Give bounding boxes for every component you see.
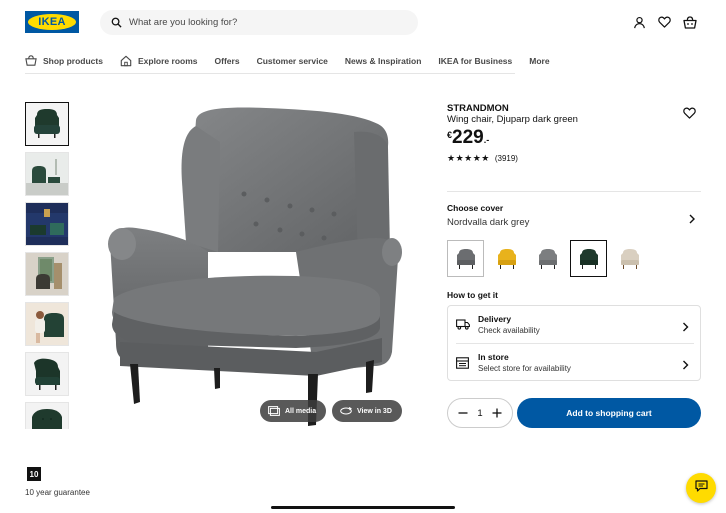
guarantee-text[interactable]: 10 year guarantee — [25, 488, 90, 497]
how-to-get-it-title: How to get it — [447, 290, 498, 300]
search-input[interactable] — [129, 17, 409, 28]
product-main-image[interactable] — [96, 102, 416, 429]
price-suffix: .- — [483, 135, 490, 145]
section-divider — [447, 191, 701, 192]
home-icon — [120, 55, 132, 67]
chat-button[interactable] — [686, 473, 716, 503]
rotate-3d-icon — [340, 406, 352, 416]
view-in-3d-button[interactable]: View in 3D — [332, 400, 402, 422]
nav-label: Shop products — [43, 55, 103, 66]
cover-swatches — [447, 240, 652, 277]
delivery-text: Delivery Check availability — [478, 314, 540, 335]
product-name: STRANDMON — [447, 103, 509, 114]
thumbnail-strip — [25, 102, 69, 429]
logo-oval: IKEA — [28, 14, 76, 30]
in-store-title: In store — [478, 352, 509, 362]
quantity-value[interactable]: 1 — [477, 408, 482, 419]
quantity-stepper: 1 — [447, 398, 513, 428]
thumbnail-chair-green[interactable] — [25, 102, 69, 146]
thumbnail-chair-detail[interactable] — [25, 402, 69, 429]
thumbnail-window-room[interactable] — [25, 252, 69, 296]
swatch-yellow[interactable] — [488, 240, 525, 277]
swatch-grey[interactable] — [447, 240, 484, 277]
nav-shop-products[interactable]: Shop products — [25, 49, 103, 73]
truck-icon — [456, 318, 470, 332]
product-rating[interactable]: ★★★★★ (3919) — [447, 153, 518, 164]
chevron-right-icon — [682, 357, 690, 370]
minus-icon[interactable] — [458, 408, 468, 418]
chevron-right-icon[interactable] — [688, 211, 698, 224]
main-nav: Shop products Explore rooms Offers Custo… — [25, 48, 550, 74]
nav-label: Customer service — [256, 55, 328, 66]
home-indicator[interactable] — [271, 506, 455, 509]
add-to-cart-button[interactable]: Add to shopping cart — [517, 398, 701, 428]
choose-cover-title: Choose cover — [447, 203, 504, 213]
plus-icon[interactable] — [492, 408, 502, 418]
shopping-bag-icon — [25, 55, 37, 67]
thumbnail-chair-angle[interactable] — [25, 352, 69, 396]
guarantee-badge: 10 — [27, 467, 41, 481]
product-price: € 229 .- — [447, 127, 489, 149]
selected-cover[interactable]: Nordvalla dark grey — [447, 217, 529, 228]
in-store-subtitle: Select store for availability — [478, 364, 571, 373]
in-store-option[interactable]: In store Select store for availability — [448, 344, 700, 381]
chevron-right-icon — [682, 319, 690, 332]
ikea-logo[interactable]: IKEA — [25, 11, 79, 33]
rating-stars: ★★★★★ — [447, 153, 490, 163]
heart-icon[interactable] — [656, 14, 672, 30]
delivery-subtitle: Check availability — [478, 326, 540, 335]
swatch-beige[interactable] — [611, 240, 648, 277]
thumbnail-room-scene[interactable] — [25, 152, 69, 196]
logo-text: IKEA — [38, 16, 66, 28]
price-amount: 229 — [452, 127, 484, 148]
all-media-button[interactable]: All media — [260, 400, 327, 422]
shopping-bag-icon[interactable] — [682, 14, 698, 30]
user-icon[interactable] — [631, 14, 647, 30]
nav-label: IKEA for Business — [438, 55, 513, 66]
nav-explore-rooms[interactable]: Explore rooms — [120, 49, 198, 73]
swatch-dark-green[interactable] — [570, 240, 607, 277]
review-count: (3919) — [494, 154, 518, 163]
store-icon — [456, 356, 470, 370]
nav-customer-service[interactable]: Customer service — [257, 49, 328, 73]
nav-offers[interactable]: Offers — [215, 49, 240, 73]
view-in-3d-label: View in 3D — [357, 407, 392, 415]
all-media-label: All media — [285, 407, 317, 415]
availability-box: Delivery Check availability In store Sel… — [447, 305, 701, 381]
delivery-title: Delivery — [478, 314, 512, 324]
gallery-icon — [268, 406, 280, 416]
nav-label: News & Inspiration — [344, 55, 422, 66]
thumbnail-person-reading[interactable] — [25, 302, 69, 346]
favourite-heart-icon[interactable] — [683, 106, 697, 120]
product-description: Wing chair, Djuparp dark green — [447, 114, 578, 125]
nav-news-inspiration[interactable]: News & Inspiration — [345, 49, 422, 73]
in-store-text: In store Select store for availability — [478, 352, 571, 373]
chat-icon — [694, 479, 708, 497]
nav-label: More — [529, 55, 550, 66]
nav-more[interactable]: More — [529, 49, 549, 73]
thumbnail-blue-room[interactable] — [25, 202, 69, 246]
search-bar[interactable] — [100, 10, 418, 35]
nav-ikea-for-business[interactable]: IKEA for Business — [438, 49, 512, 73]
nav-label: Offers — [214, 55, 240, 66]
nav-label: Explore rooms — [137, 55, 198, 66]
swatch-light-grey[interactable] — [529, 240, 566, 277]
search-icon — [109, 16, 123, 30]
delivery-option[interactable]: Delivery Check availability — [448, 306, 700, 343]
